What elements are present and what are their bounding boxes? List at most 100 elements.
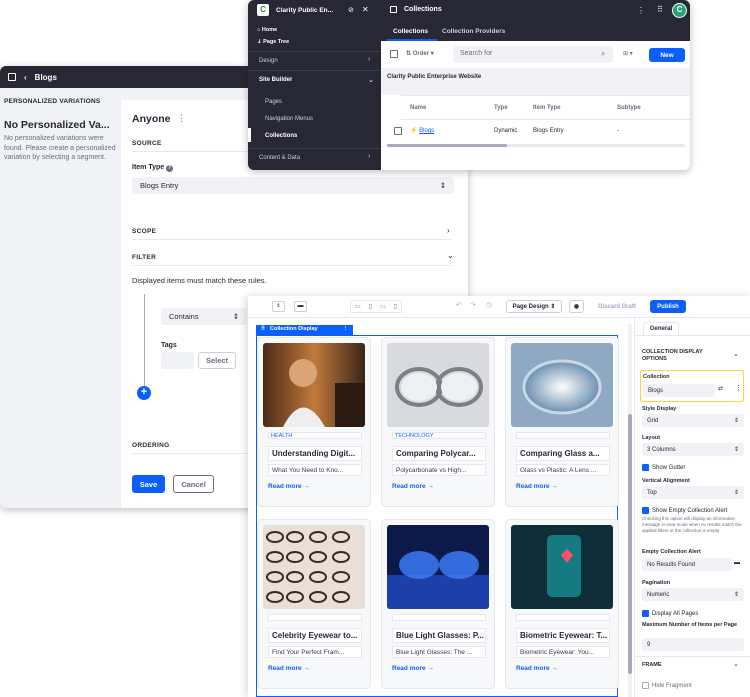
undo-icon[interactable]: ↶	[456, 301, 462, 309]
search-icon[interactable]: ⌕	[601, 49, 605, 59]
item-type-select[interactable]: Blogs Entry ⇕	[132, 177, 454, 194]
list-item[interactable]: Blue Light Glasses: P... Blue Light Glas…	[381, 519, 495, 689]
select-caret-icon: ⇕	[439, 181, 446, 190]
bolt-icon: ⚡	[410, 128, 418, 134]
column-name[interactable]: Name	[410, 105, 426, 111]
site-builder-window: C Clarity Public En... ⊘ ✕ ⌂ Home ⇣ Page…	[248, 0, 690, 170]
compass-icon[interactable]: ⊘	[348, 6, 354, 14]
desktop-icon[interactable]: ▭	[355, 303, 361, 310]
vertical-alignment-select[interactable]: Top ⇕	[642, 486, 744, 499]
device-toggle[interactable]: ▭ ▯ ▭ ▯	[350, 300, 402, 313]
collection-options-icon[interactable]: ⋮	[735, 384, 742, 392]
list-item[interactable]: Comparing Glass a... Glass vs Plastic: A…	[505, 337, 619, 507]
change-collection-icon[interactable]: ⇄	[718, 385, 723, 392]
max-items-input[interactable]: 9	[642, 638, 744, 651]
display-all-pages-checkbox[interactable]: Display All Pages	[642, 610, 698, 617]
select-tags-button[interactable]: Select	[198, 352, 236, 369]
pagination-select[interactable]: Numeric ⇕	[642, 588, 744, 601]
mobile-icon[interactable]: ▯	[394, 303, 397, 310]
landscape-icon[interactable]: ▭	[380, 303, 386, 310]
ordering-label[interactable]: ORDERING	[132, 442, 169, 449]
collection-value[interactable]: Blogs	[643, 384, 715, 397]
row-checkbox[interactable]	[394, 127, 402, 135]
read-more-link[interactable]: Read more →	[268, 665, 310, 672]
table-row[interactable]: ⚡ Blogs	[410, 127, 434, 134]
close-icon[interactable]: ✕	[362, 5, 369, 14]
nav-collections[interactable]: Collections	[265, 133, 297, 139]
chevron-down-icon[interactable]: ⌄	[447, 251, 454, 260]
nav-pages[interactable]: Pages	[265, 99, 282, 105]
frame-label[interactable]: FRAME	[642, 662, 662, 668]
order-dropdown[interactable]: ⇅ Order ▾	[406, 50, 434, 57]
language-caret-icon[interactable]: ⇕	[272, 301, 285, 312]
tab-general[interactable]: General	[643, 322, 679, 335]
chevron-right-icon[interactable]: ›	[447, 226, 450, 235]
drag-icon[interactable]: ⠿	[261, 326, 265, 334]
back-icon[interactable]: ‹	[24, 73, 27, 82]
card-title: Blue Light Glasses: P...	[392, 628, 486, 643]
list-item[interactable]: Biometric Eyewear: T... Biometric Eyewea…	[505, 519, 619, 689]
redo-icon[interactable]: ↷	[470, 301, 476, 309]
cancel-button[interactable]: Cancel	[173, 475, 214, 493]
sidebar-toggle-icon[interactable]	[390, 6, 397, 13]
publish-button[interactable]: Publish	[650, 300, 686, 313]
list-item[interactable]: HEALTH Understanding Digit... What You N…	[257, 337, 371, 507]
new-button[interactable]: New	[649, 48, 685, 62]
panel-toggle-icon[interactable]	[8, 73, 16, 81]
nav-design[interactable]: Design	[259, 58, 278, 64]
list-item[interactable]: TECHNOLOGY Comparing Polycar... Polycarb…	[381, 337, 495, 507]
chevron-right-icon: ›	[368, 56, 371, 63]
display-style-icon[interactable]: ⊞ ▾	[623, 50, 633, 57]
tab-collection-providers[interactable]: Collection Providers	[442, 28, 505, 35]
hide-fragment-checkbox[interactable]: Hide Fragment	[642, 682, 692, 689]
read-more-link[interactable]: Read more →	[516, 483, 558, 490]
chevron-down-icon[interactable]: ⌄	[733, 350, 739, 358]
avatar[interactable]: C	[672, 3, 687, 18]
read-more-link[interactable]: Read more →	[392, 483, 434, 490]
options-icon[interactable]: ⋮	[637, 6, 645, 15]
nav-site-builder[interactable]: Site Builder	[259, 77, 292, 83]
read-more-link[interactable]: Read more →	[268, 483, 310, 490]
select-all-checkbox[interactable]	[390, 50, 398, 58]
page-editor-window: ⇕ ▬ ▭ ▯ ▭ ▯ ↶ ↷ ◷ Page Design ⇕ ◉ Discard D…	[248, 296, 750, 697]
save-button[interactable]: Save	[132, 475, 165, 493]
add-rule-icon[interactable]: +	[137, 386, 151, 400]
page-design-button[interactable]: Page Design ⇕	[506, 300, 562, 313]
nav-page-tree[interactable]: ⇣ Page Tree	[257, 39, 289, 45]
filter-label[interactable]: FILTER	[132, 254, 156, 261]
empty-alert-label: Empty Collection Alert	[642, 549, 701, 555]
fragment-label[interactable]: ⠿ Collection Display ⋮	[256, 325, 354, 335]
nav-content-data[interactable]: Content & Data	[259, 155, 300, 161]
history-icon[interactable]: ◷	[486, 301, 492, 309]
horizontal-scrollbar[interactable]	[387, 144, 685, 147]
nav-navigation-menus[interactable]: Navigation Menus	[265, 116, 313, 122]
show-gutter-checkbox[interactable]: Show Gutter	[642, 464, 685, 471]
flag-icon[interactable]: ▬	[294, 301, 307, 312]
card-image	[387, 343, 489, 427]
tablet-icon[interactable]: ▯	[369, 303, 372, 310]
show-empty-alert-checkbox[interactable]: Show Empty Collection Alert	[642, 507, 727, 514]
search-input[interactable]: Search for	[453, 46, 613, 63]
layout-select[interactable]: 3 Columns ⇕	[642, 443, 744, 456]
read-more-link[interactable]: Read more →	[516, 665, 558, 672]
chevron-down-icon[interactable]: ⌄	[733, 660, 739, 668]
fragment-options-icon[interactable]: ⋮	[343, 326, 349, 334]
list-item[interactable]: Celebrity Eyewear to... Find Your Perfec…	[257, 519, 371, 689]
segment-options-icon[interactable]: ⋮	[177, 113, 186, 124]
column-subtype: Subtype	[617, 105, 641, 111]
group-label: Clarity Public Enterprise Website	[387, 74, 482, 80]
scope-label[interactable]: SCOPE	[132, 228, 156, 235]
apps-grid-icon[interactable]: ⠿	[657, 5, 663, 14]
style-display-select[interactable]: Grid ⇕	[642, 414, 744, 427]
empty-alert-input[interactable]: No Results Found	[642, 558, 732, 571]
preview-icon[interactable]: ◉	[569, 300, 584, 313]
layout-label: Layout	[642, 435, 661, 441]
read-more-link[interactable]: Read more →	[392, 665, 434, 672]
nav-home[interactable]: ⌂ Home	[257, 27, 277, 33]
tags-input[interactable]	[161, 352, 194, 369]
operator-select[interactable]: Contains ⇕	[161, 308, 247, 325]
tab-collections[interactable]: Collections	[393, 28, 428, 35]
discard-draft-button[interactable]: Discard Draft	[590, 300, 644, 313]
flag-icon[interactable]: ▬	[734, 560, 740, 566]
vertical-scrollbar[interactable]	[628, 324, 632, 697]
